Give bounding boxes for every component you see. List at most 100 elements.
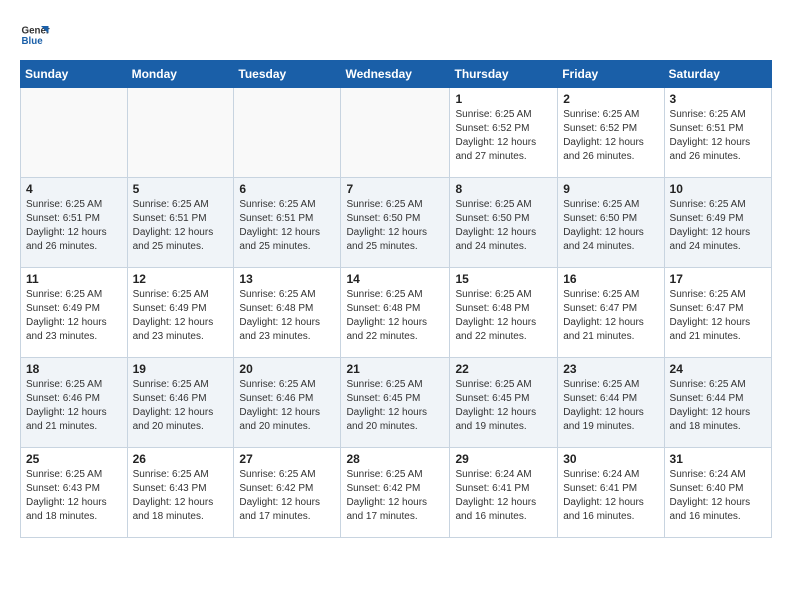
day-number: 2 [563, 92, 658, 106]
day-number: 7 [346, 182, 444, 196]
svg-text:Blue: Blue [22, 36, 44, 47]
day-info: Sunrise: 6:24 AMSunset: 6:41 PMDaylight:… [563, 468, 658, 524]
day-cell [341, 88, 450, 178]
day-cell: 20Sunrise: 6:25 AMSunset: 6:46 PMDayligh… [234, 358, 341, 448]
day-number: 14 [346, 272, 444, 286]
day-number: 31 [670, 452, 766, 466]
day-number: 27 [239, 452, 335, 466]
day-cell: 28 Sunrise: 6:25 AMSunset: 6:42 PMDayligh… [341, 448, 450, 538]
day-info: Sunrise: 6:25 AMSunset: 6:51 PMDaylight:… [239, 198, 335, 254]
day-info: Sunrise: 6:25 AMSunset: 6:49 PMDaylight:… [133, 288, 229, 344]
day-number: 10 [670, 182, 766, 196]
day-number: 26 [133, 452, 229, 466]
day-number: 18 [26, 362, 122, 376]
day-number: 9 [563, 182, 658, 196]
day-cell: 21 Sunrise: 6:25 AMSunset: 6:45 PMDayligh… [341, 358, 450, 448]
day-number: 17 [670, 272, 766, 286]
day-info: Sunrise: 6:25 AMSunset: 6:52 PMDaylight:… [455, 108, 552, 164]
day-number: 12 [133, 272, 229, 286]
day-info: Sunrise: 6:24 AMSunset: 6:40 PMDaylight:… [670, 468, 766, 524]
page-header: General Blue [20, 20, 772, 50]
day-info: Sunrise: 6:25 AMSunset: 6:43 PMDaylight:… [133, 468, 229, 524]
day-info: Sunrise: 6:25 AMSunset: 6:50 PMDaylight:… [455, 198, 552, 254]
day-info: Sunrise: 6:25 AMSunset: 6:51 PMDaylight:… [26, 198, 122, 254]
day-cell: 29Sunrise: 6:24 AMSunset: 6:41 PMDayligh… [450, 448, 558, 538]
day-cell: 30 Sunrise: 6:24 AMSunset: 6:41 PMDayligh… [558, 448, 664, 538]
day-cell [127, 88, 234, 178]
day-cell: 6 Sunrise: 6:25 AMSunset: 6:51 PMDaylight… [234, 178, 341, 268]
day-info: Sunrise: 6:24 AMSunset: 6:41 PMDaylight:… [455, 468, 552, 524]
day-info: Sunrise: 6:25 AMSunset: 6:48 PMDaylight:… [239, 288, 335, 344]
day-info: Sunrise: 6:25 AMSunset: 6:52 PMDaylight:… [563, 108, 658, 164]
day-cell: 23 Sunrise: 6:25 AMSunset: 6:44 PMDayligh… [558, 358, 664, 448]
day-info: Sunrise: 6:25 AMSunset: 6:45 PMDaylight:… [346, 378, 444, 434]
day-number: 28 [346, 452, 444, 466]
day-number: 23 [563, 362, 658, 376]
header-cell-thursday: Thursday [450, 61, 558, 88]
day-number: 8 [455, 182, 552, 196]
day-number: 6 [239, 182, 335, 196]
day-cell: 17 Sunrise: 6:25 AMSunset: 6:47 PMDayligh… [664, 268, 771, 358]
day-cell: 24Sunrise: 6:25 AMSunset: 6:44 PMDayligh… [664, 358, 771, 448]
day-info: Sunrise: 6:25 AMSunset: 6:45 PMDaylight:… [455, 378, 552, 434]
day-info: Sunrise: 6:25 AMSunset: 6:46 PMDaylight:… [26, 378, 122, 434]
day-cell [21, 88, 128, 178]
day-number: 21 [346, 362, 444, 376]
header-cell-saturday: Saturday [664, 61, 771, 88]
day-cell: 4 Sunrise: 6:25 AMSunset: 6:51 PMDaylight… [21, 178, 128, 268]
day-cell: 8 Sunrise: 6:25 AMSunset: 6:50 PMDaylight… [450, 178, 558, 268]
day-number: 3 [670, 92, 766, 106]
day-number: 1 [455, 92, 552, 106]
logo: General Blue [20, 20, 50, 50]
day-info: Sunrise: 6:25 AMSunset: 6:47 PMDaylight:… [670, 288, 766, 344]
day-number: 11 [26, 272, 122, 286]
day-info: Sunrise: 6:25 AMSunset: 6:47 PMDaylight:… [563, 288, 658, 344]
day-info: Sunrise: 6:25 AMSunset: 6:43 PMDaylight:… [26, 468, 122, 524]
day-cell: 12 Sunrise: 6:25 AMSunset: 6:49 PMDayligh… [127, 268, 234, 358]
header-cell-tuesday: Tuesday [234, 61, 341, 88]
day-cell: 27 Sunrise: 6:25 AMSunset: 6:42 PMDayligh… [234, 448, 341, 538]
day-info: Sunrise: 6:25 AMSunset: 6:51 PMDaylight:… [670, 108, 766, 164]
day-cell: 9Sunrise: 6:25 AMSunset: 6:50 PMDaylight… [558, 178, 664, 268]
day-cell: 3 Sunrise: 6:25 AMSunset: 6:51 PMDaylight… [664, 88, 771, 178]
day-number: 4 [26, 182, 122, 196]
day-cell: 25Sunrise: 6:25 AMSunset: 6:43 PMDayligh… [21, 448, 128, 538]
day-cell: 19Sunrise: 6:25 AMSunset: 6:46 PMDayligh… [127, 358, 234, 448]
week-row-1: 1 Sunrise: 6:25 AMSunset: 6:52 PMDaylight… [21, 88, 772, 178]
calendar-table: SundayMondayTuesdayWednesdayThursdayFrid… [20, 60, 772, 538]
day-cell: 22 Sunrise: 6:25 AMSunset: 6:45 PMDayligh… [450, 358, 558, 448]
day-number: 16 [563, 272, 658, 286]
day-cell: 15 Sunrise: 6:25 AMSunset: 6:48 PMDayligh… [450, 268, 558, 358]
day-number: 22 [455, 362, 552, 376]
week-row-2: 4 Sunrise: 6:25 AMSunset: 6:51 PMDaylight… [21, 178, 772, 268]
week-row-5: 25Sunrise: 6:25 AMSunset: 6:43 PMDayligh… [21, 448, 772, 538]
day-info: Sunrise: 6:25 AMSunset: 6:48 PMDaylight:… [455, 288, 552, 344]
day-cell: 11 Sunrise: 6:25 AMSunset: 6:49 PMDayligh… [21, 268, 128, 358]
logo-icon: General Blue [20, 20, 50, 50]
header-cell-wednesday: Wednesday [341, 61, 450, 88]
day-info: Sunrise: 6:25 AMSunset: 6:49 PMDaylight:… [670, 198, 766, 254]
day-info: Sunrise: 6:25 AMSunset: 6:44 PMDaylight:… [670, 378, 766, 434]
day-cell: 10 Sunrise: 6:25 AMSunset: 6:49 PMDayligh… [664, 178, 771, 268]
day-info: Sunrise: 6:25 AMSunset: 6:50 PMDaylight:… [346, 198, 444, 254]
day-info: Sunrise: 6:25 AMSunset: 6:49 PMDaylight:… [26, 288, 122, 344]
week-row-4: 18 Sunrise: 6:25 AMSunset: 6:46 PMDayligh… [21, 358, 772, 448]
day-cell: 16 Sunrise: 6:25 AMSunset: 6:47 PMDayligh… [558, 268, 664, 358]
day-number: 13 [239, 272, 335, 286]
day-cell: 5Sunrise: 6:25 AMSunset: 6:51 PMDaylight… [127, 178, 234, 268]
day-cell: 2 Sunrise: 6:25 AMSunset: 6:52 PMDaylight… [558, 88, 664, 178]
day-cell: 1 Sunrise: 6:25 AMSunset: 6:52 PMDaylight… [450, 88, 558, 178]
day-number: 15 [455, 272, 552, 286]
day-info: Sunrise: 6:25 AMSunset: 6:44 PMDaylight:… [563, 378, 658, 434]
day-cell: 26 Sunrise: 6:25 AMSunset: 6:43 PMDayligh… [127, 448, 234, 538]
day-number: 19 [133, 362, 229, 376]
header-cell-monday: Monday [127, 61, 234, 88]
day-number: 5 [133, 182, 229, 196]
day-info: Sunrise: 6:25 AMSunset: 6:42 PMDaylight:… [239, 468, 335, 524]
header-row: SundayMondayTuesdayWednesdayThursdayFrid… [21, 61, 772, 88]
day-number: 30 [563, 452, 658, 466]
day-info: Sunrise: 6:25 AMSunset: 6:42 PMDaylight:… [346, 468, 444, 524]
header-cell-friday: Friday [558, 61, 664, 88]
day-cell: 31 Sunrise: 6:24 AMSunset: 6:40 PMDayligh… [664, 448, 771, 538]
week-row-3: 11 Sunrise: 6:25 AMSunset: 6:49 PMDayligh… [21, 268, 772, 358]
